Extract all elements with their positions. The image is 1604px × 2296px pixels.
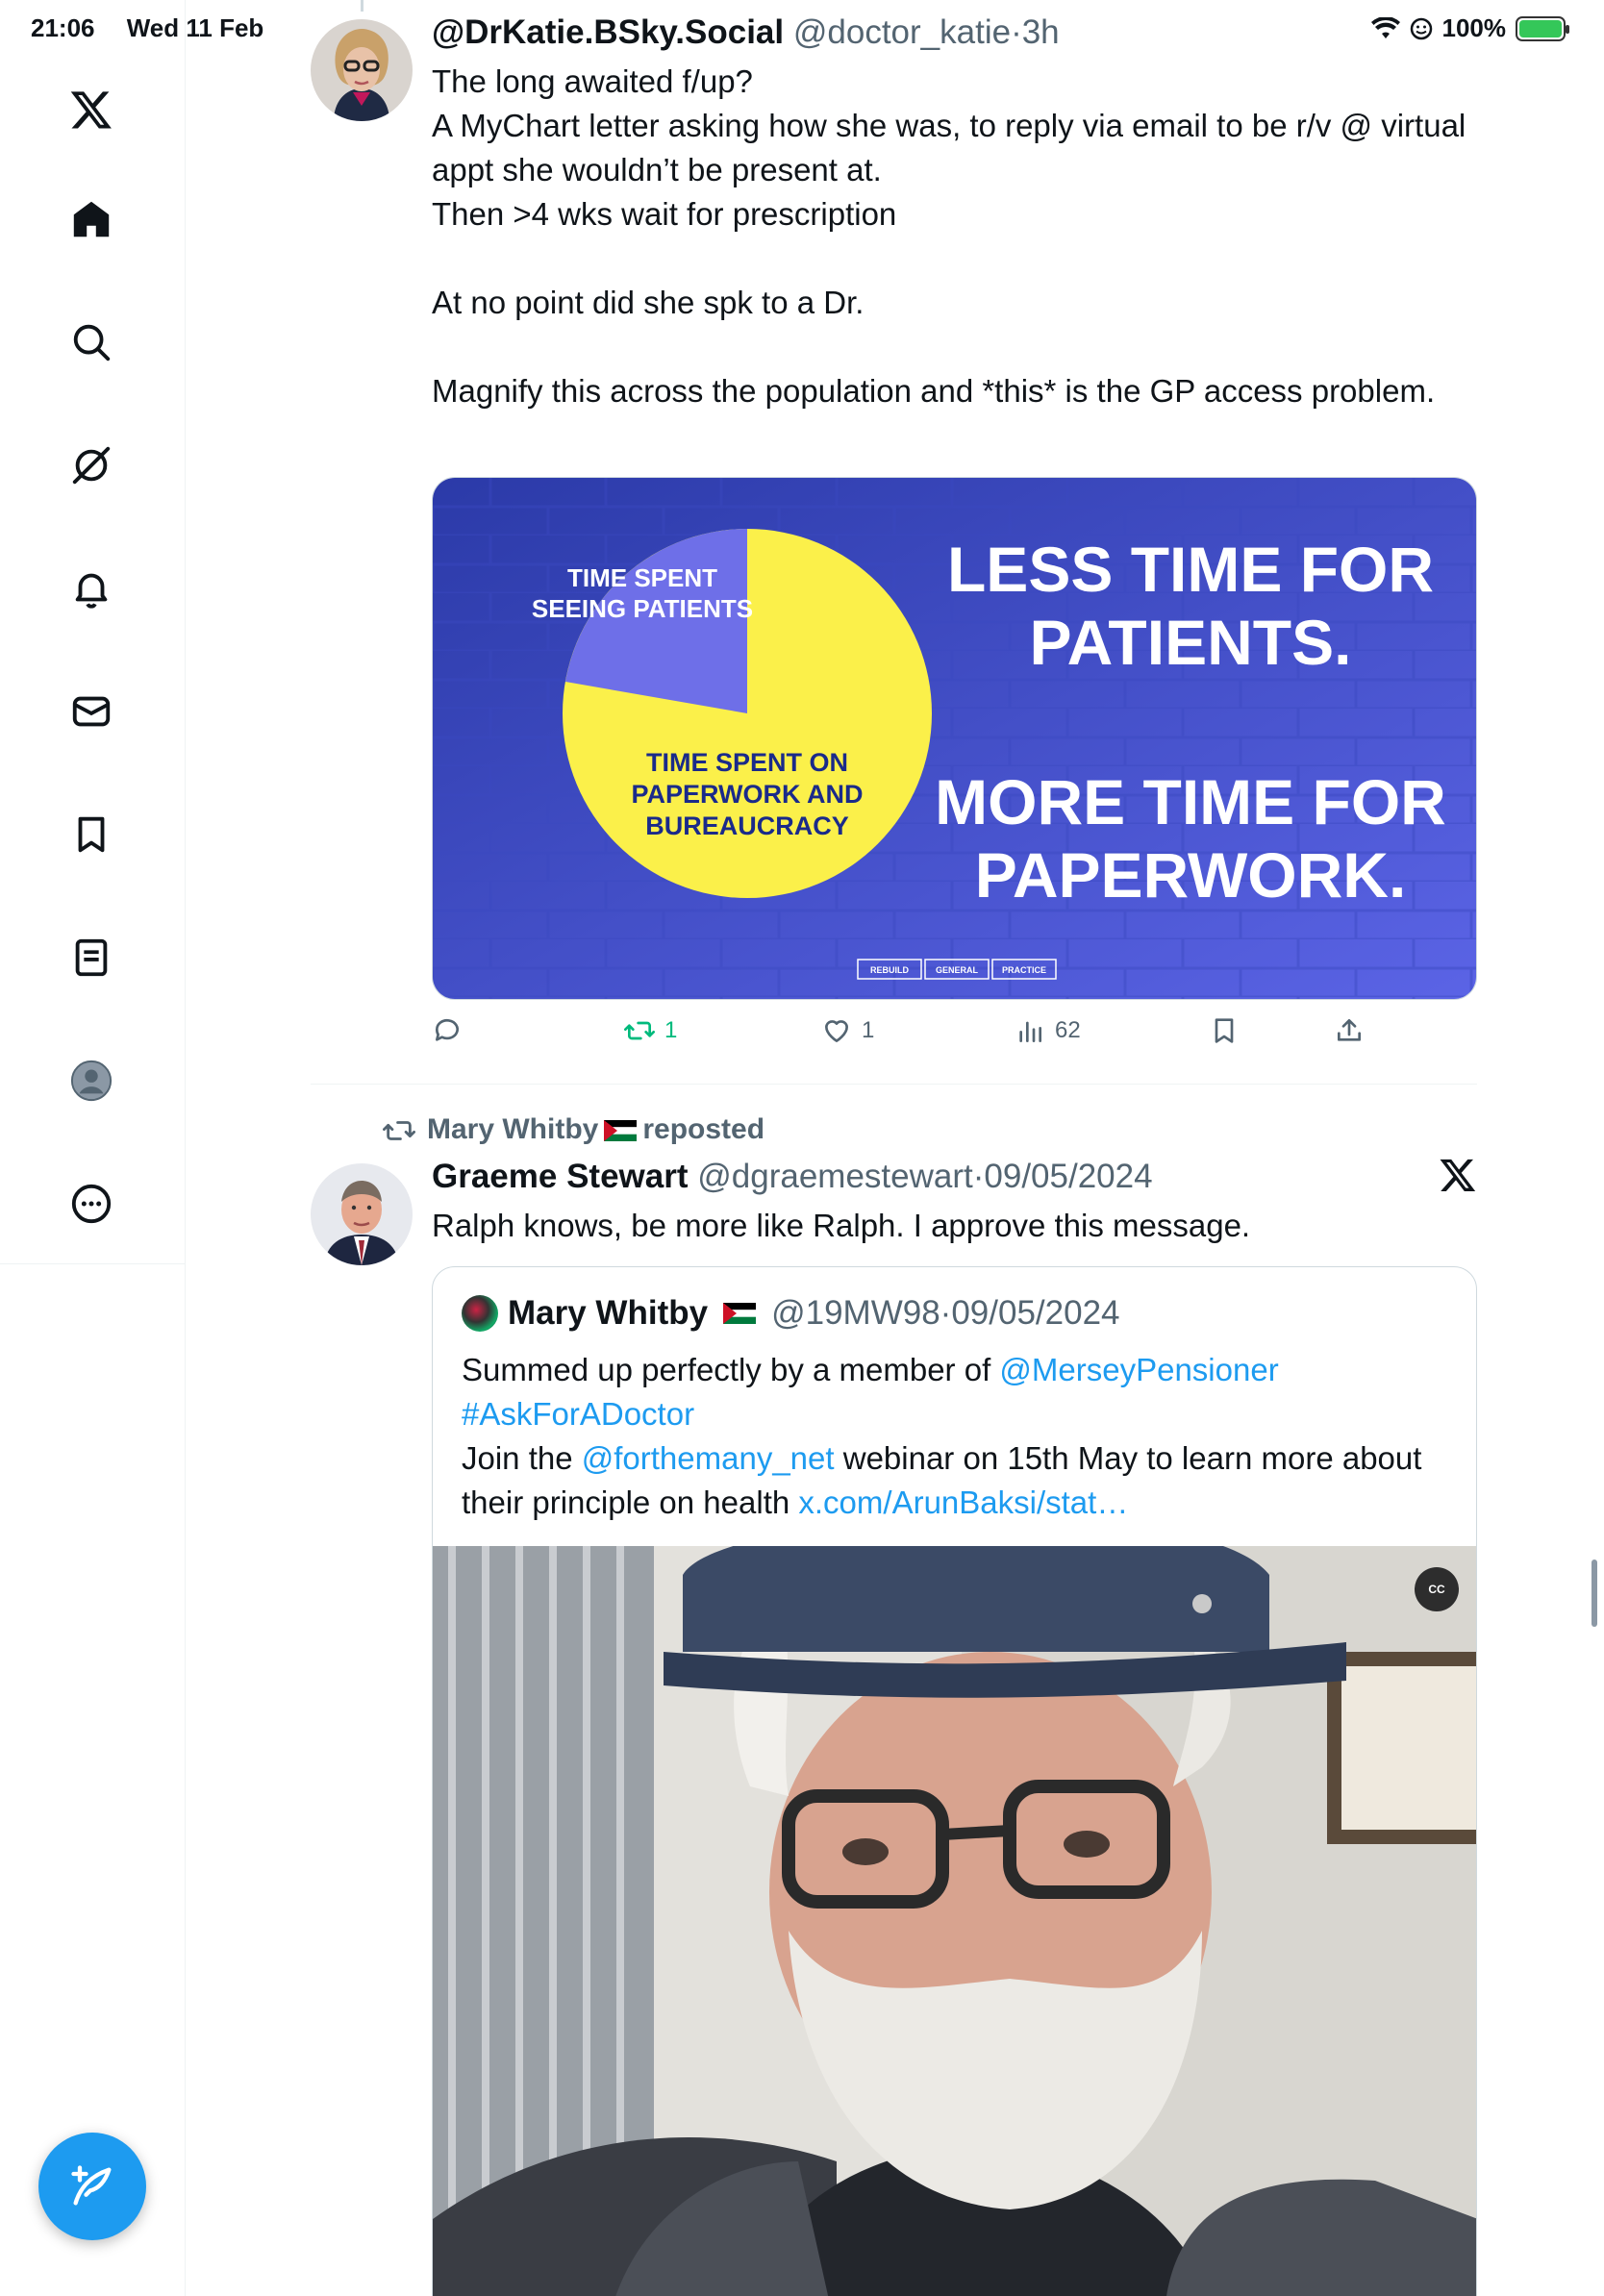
sidebar: [0, 0, 186, 2296]
mention-link[interactable]: @forthemany_net: [582, 1440, 835, 1476]
more-icon[interactable]: [63, 1175, 120, 1233]
like-button[interactable]: 1: [821, 1015, 874, 1046]
hashtag-link[interactable]: #AskForADoctor: [462, 1396, 694, 1432]
quote-text-1: Summed up perfectly by a member of: [462, 1352, 1000, 1387]
home-icon[interactable]: [63, 190, 120, 248]
tweet-text: Ralph knows, be more like Ralph. I appro…: [432, 1208, 1251, 1243]
author-handle[interactable]: @doctor_katie: [793, 13, 1011, 51]
wifi-icon: [1370, 16, 1400, 38]
reply-button[interactable]: [432, 1015, 463, 1046]
tweet-text: The long awaited f/up? A MyChart letter …: [432, 63, 1466, 409]
views-button[interactable]: 62: [1015, 1015, 1081, 1046]
url-link[interactable]: x.com/ArunBaksi/stat…: [798, 1485, 1128, 1520]
compose-icon: [71, 2165, 112, 2206]
repost-icon: [383, 1120, 415, 1140]
repost-indicator[interactable]: Mary Whitby reposted: [383, 1113, 764, 1147]
reply-icon: [435, 1018, 459, 1041]
svg-text:PRACTICE: PRACTICE: [1002, 965, 1046, 975]
pie-label-large: TIME SPENT ON PAPERWORK AND BUREAUCRACY: [631, 748, 863, 840]
mail-icon[interactable]: [63, 683, 120, 740]
bell-icon[interactable]: [63, 560, 120, 617]
quote-header: Mary Whitby @19MW98·09/05/2024: [462, 1294, 1120, 1333]
tweet-header: @DrKatie.BSky.Social @doctor_katie·3h: [432, 13, 1060, 52]
author-name[interactable]: Graeme Stewart: [432, 1158, 689, 1195]
tweet-image[interactable]: TIME SPENT SEEING PATIENTS TIME SPENT ON P…: [432, 477, 1477, 1000]
author-handle[interactable]: @dgraemestewart: [697, 1158, 972, 1195]
quote-video[interactable]: CC: [433, 1546, 1476, 2296]
status-bar-right: 100%: [1370, 13, 1569, 43]
quote-author-handle[interactable]: @19MW98: [771, 1294, 940, 1332]
separator-dot: ·: [972, 1158, 985, 1195]
battery-icon: [1516, 15, 1569, 41]
grok-icon[interactable]: [63, 437, 120, 494]
separator-dot: ·: [1011, 13, 1022, 51]
repost-button[interactable]: 1: [624, 1015, 677, 1046]
quote-text-2: Join the: [462, 1440, 582, 1476]
repost-by: Mary Whitby: [427, 1113, 599, 1145]
closed-captions-button[interactable]: CC: [1415, 1567, 1459, 1611]
tweet-time[interactable]: 3h: [1022, 13, 1060, 51]
sidebar-divider: [0, 1263, 186, 1264]
search-icon[interactable]: [63, 313, 120, 371]
views-icon: [1019, 1021, 1041, 1042]
views-count: 62: [1055, 1017, 1081, 1043]
like-count: 1: [862, 1017, 875, 1043]
tweet-actions: 1 1 62: [432, 1015, 1477, 1058]
bookmark-icon[interactable]: [63, 806, 120, 863]
heart-icon: [825, 1020, 848, 1042]
bookmark-button[interactable]: [1209, 1015, 1240, 1046]
author-name[interactable]: @DrKatie.BSky.Social: [432, 13, 784, 51]
compose-button[interactable]: [38, 2133, 146, 2240]
x-logo-icon[interactable]: [1439, 1156, 1477, 1194]
palestine-flag-icon: [723, 1303, 757, 1324]
tweet-header: Graeme Stewart @dgraemestewart·09/05/202…: [432, 1158, 1153, 1196]
avatar[interactable]: [311, 1163, 413, 1265]
battery-percent: 100%: [1441, 13, 1507, 42]
repost-count: 1: [664, 1017, 678, 1043]
bookmark-icon: [1215, 1018, 1234, 1043]
repost-suffix: reposted: [642, 1113, 765, 1145]
mention-link[interactable]: @MerseyPensioner: [999, 1352, 1278, 1387]
tweet-divider: [311, 1084, 1477, 1085]
quote-author-name[interactable]: Mary Whitby: [508, 1294, 708, 1333]
palestine-flag-icon: [604, 1120, 638, 1142]
quote-tweet[interactable]: Mary Whitby @19MW98·09/05/2024 Summed up…: [432, 1266, 1477, 2296]
scrollbar[interactable]: [1591, 1560, 1597, 1627]
share-button[interactable]: [1334, 1015, 1365, 1046]
quote-avatar[interactable]: [462, 1295, 498, 1332]
quote-text: Summed up perfectly by a member of @Mers…: [462, 1348, 1462, 1525]
svg-text:GENERAL: GENERAL: [936, 965, 979, 975]
lists-icon[interactable]: [63, 929, 120, 986]
share-icon: [1338, 1019, 1361, 1041]
tweet-time[interactable]: 09/05/2024: [984, 1158, 1152, 1195]
svg-text:REBUILD: REBUILD: [870, 965, 909, 975]
repost-icon: [624, 1021, 655, 1040]
avatar[interactable]: [311, 19, 413, 121]
thread-line: [361, 0, 363, 12]
quote-time[interactable]: 09/05/2024: [951, 1294, 1119, 1332]
profile-icon[interactable]: [63, 1052, 120, 1110]
x-logo-icon[interactable]: [63, 81, 120, 138]
focus-icon: [1410, 17, 1432, 39]
